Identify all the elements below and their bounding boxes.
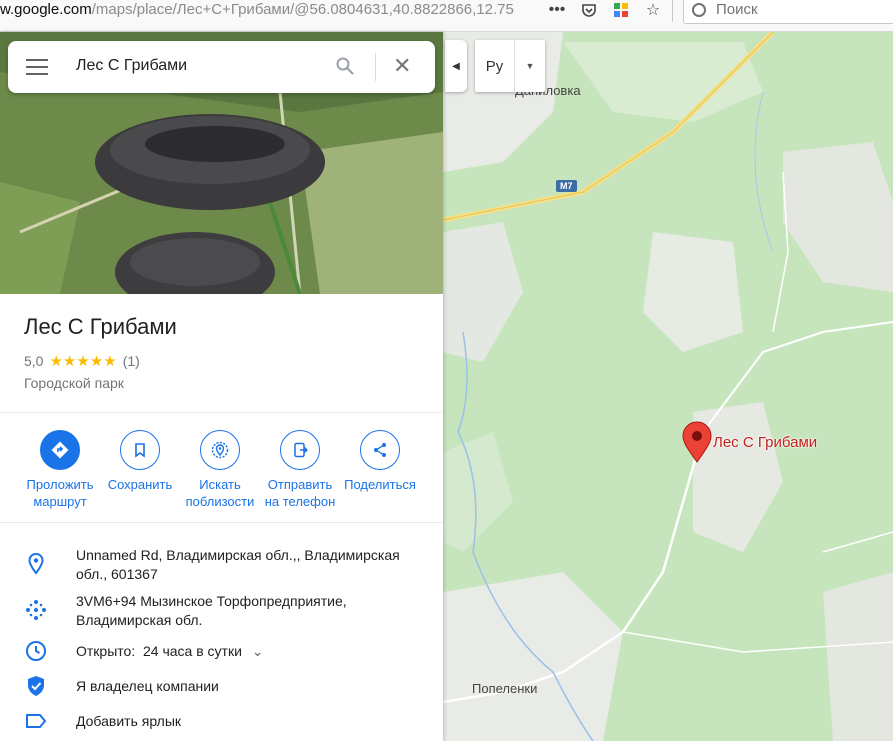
save-label: Сохранить (107, 477, 173, 492)
toolbar-divider (672, 0, 673, 22)
caret-left-icon: ◀ (452, 60, 460, 72)
clock-icon (24, 639, 48, 663)
address-bar[interactable]: w.google.com/maps/place/Лес+С+Грибами/@5… (0, 0, 540, 26)
bookmark-icon (120, 430, 160, 470)
add-label-text: Добавить ярлык (76, 713, 182, 729)
browser-search-field[interactable]: Поиск (683, 0, 893, 24)
action-buttons: Проложить маршрут Сохранить Искать поблизо… (20, 430, 430, 510)
url-path: /maps/place/Лес+С+Грибами/@56.0804631,40… (91, 1, 514, 18)
rating-stars-icon: ★★★★★ (49, 353, 117, 370)
search-engine-icon (692, 3, 706, 17)
search-icon[interactable] (336, 57, 354, 75)
caret-down-icon[interactable]: ▼ (515, 40, 545, 92)
language-label: Ру (475, 40, 515, 92)
search-divider (375, 53, 376, 81)
share-label: Поделиться (344, 477, 416, 492)
place-photo[interactable]: Лес С Грибами ✕ (0, 32, 443, 294)
map-canvas[interactable]: Даниловка Попеленки M7 Лес С Грибами ◀ Р… (443, 32, 893, 741)
label-tag-icon (24, 709, 48, 733)
review-count-link[interactable]: (1) (123, 353, 140, 369)
send-label-2: на телефон (264, 494, 336, 509)
rating-row: 5,0 ★★★★★ (1) (24, 352, 140, 370)
url-host: w.google.com (0, 1, 92, 18)
send-label-1: Отправить (267, 477, 333, 492)
bookmark-star-icon[interactable]: ☆ (644, 1, 662, 19)
place-title: Лес С Грибами (24, 314, 177, 339)
map-terrain (443, 32, 893, 741)
close-icon[interactable]: ✕ (393, 55, 411, 77)
collapse-panel-button[interactable]: ◀ (445, 40, 467, 92)
plus-code-icon (24, 598, 48, 622)
map-language-control[interactable]: Ру ▼ (475, 40, 545, 92)
send-to-phone-icon (280, 430, 320, 470)
map-label-popelenki[interactable]: Попеленки (472, 681, 537, 696)
divider (0, 412, 443, 413)
rating-score: 5,0 (24, 353, 44, 369)
road-badge-m7: M7 (556, 180, 577, 192)
pocket-icon[interactable] (580, 1, 598, 19)
nearby-label-1: Искать (199, 477, 241, 492)
directions-icon (40, 430, 80, 470)
nearby-icon (200, 430, 240, 470)
hours-value: 24 часа в сутки (143, 643, 242, 659)
plus-code-text: 3VM6+94 Мызинское Торфопредприятие, Влад… (76, 593, 347, 628)
extension-icon[interactable] (612, 1, 630, 19)
nearby-button[interactable]: Искать поблизости (180, 430, 260, 510)
send-to-phone-button[interactable]: Отправить на телефон (260, 430, 340, 510)
share-icon (360, 430, 400, 470)
location-pin-icon (24, 552, 48, 576)
browser-search-placeholder: Поиск (716, 1, 758, 18)
place-panel: Лес С Грибами ✕ Лес С Грибами 5,0 ★★★★★ … (0, 32, 443, 741)
directions-label-2: маршрут (33, 494, 87, 509)
share-button[interactable]: Поделиться (340, 430, 420, 510)
chevron-down-icon[interactable]: ⌄ (252, 643, 264, 659)
browser-toolbar: w.google.com/maps/place/Лес+С+Грибами/@5… (0, 0, 893, 32)
claim-business-text: Я владелец компании (76, 678, 219, 694)
verified-shield-icon (24, 674, 48, 698)
maps-search-box[interactable]: Лес С Грибами ✕ (8, 41, 435, 93)
hours-prefix: Открыто: (76, 643, 136, 659)
more-actions-icon[interactable]: ••• (548, 1, 566, 19)
directions-label-1: Проложить (26, 477, 94, 492)
menu-icon[interactable] (26, 59, 48, 75)
place-category[interactable]: Городской парк (24, 375, 124, 391)
address-text: Unnamed Rd, Владимирская обл.,, Владимир… (76, 547, 400, 582)
nearby-label-2: поблизости (185, 494, 255, 509)
divider (0, 522, 443, 523)
place-pin-label[interactable]: Лес С Грибами (713, 434, 817, 451)
save-button[interactable]: Сохранить (100, 430, 180, 510)
directions-button[interactable]: Проложить маршрут (20, 430, 100, 510)
maps-search-input[interactable]: Лес С Грибами (76, 57, 187, 75)
